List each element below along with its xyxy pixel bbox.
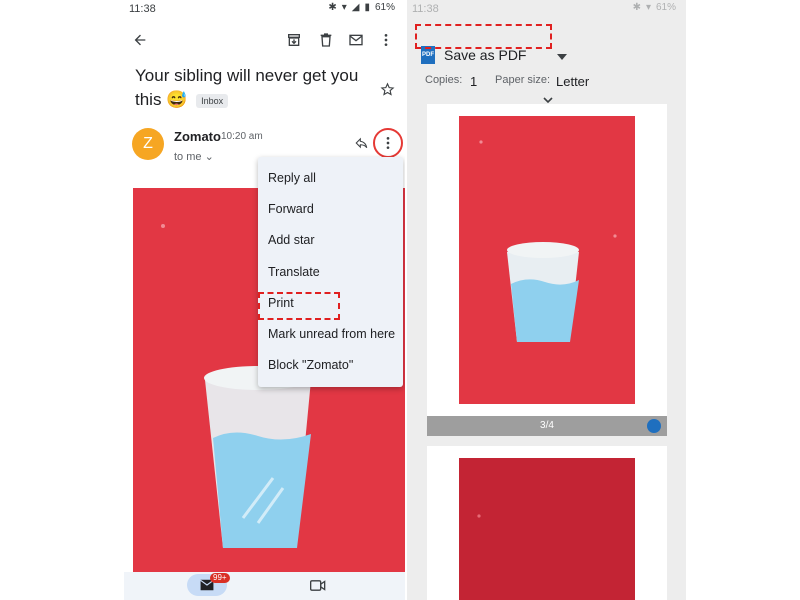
wifi-icon: ▾: [645, 2, 651, 13]
gmail-screen: 11:38 ✱ ▾ ◢ ▮ 61% Your sibling will neve…: [124, 0, 405, 600]
status-bar: 11:38 ✱ ▾ 61%: [407, 0, 686, 18]
dropdown-arrow-icon[interactable]: [557, 54, 567, 60]
preview-page-4[interactable]: [427, 446, 667, 600]
system-icons: ✱ ▾ ◢ ▮ 61%: [328, 2, 395, 13]
mail-icon[interactable]: [348, 32, 364, 48]
save-as-pdf-highlight: [415, 24, 552, 49]
copies-label: Copies:: [425, 74, 463, 86]
recipient-text: to me: [174, 151, 202, 163]
avatar[interactable]: Z: [132, 128, 164, 160]
print-screen: 11:38 ✱ ▾ 61% PDF Save as PDF Copies: 1 …: [407, 0, 686, 600]
star-icon[interactable]: [380, 82, 395, 97]
inbox-label[interactable]: Inbox: [196, 93, 229, 108]
printer-select[interactable]: Save as PDF: [444, 47, 526, 63]
recipient-toggle[interactable]: to me ⌄: [174, 150, 214, 163]
menu-forward[interactable]: Forward: [258, 194, 403, 225]
back-arrow-icon[interactable]: [132, 32, 148, 48]
battery-percent: 61%: [374, 2, 395, 13]
battery-percent: 61%: [655, 2, 676, 13]
reply-icon[interactable]: [354, 136, 369, 150]
preview-page-3[interactable]: [427, 104, 667, 416]
unread-badge: 99+: [210, 573, 230, 583]
page-thumbnail: [459, 458, 635, 600]
menu-reply-all[interactable]: Reply all: [258, 163, 403, 194]
signal-icon: ◢: [351, 2, 360, 13]
overflow-menu: Reply all Forward Add star Translate Pri…: [258, 157, 403, 388]
print-highlight: [258, 292, 340, 320]
paper-size-label: Paper size:: [495, 74, 551, 86]
sender-name: Zomato: [174, 129, 221, 144]
battery-icon: ▮: [364, 2, 370, 13]
delete-icon[interactable]: [318, 32, 334, 48]
menu-mark-unread[interactable]: Mark unread from here: [258, 319, 403, 350]
status-time: 11:38: [412, 3, 439, 15]
video-icon[interactable]: [310, 579, 326, 592]
menu-block-sender[interactable]: Block "Zomato": [258, 350, 403, 381]
archive-icon[interactable]: [286, 32, 302, 48]
sent-time: 10:20 am: [221, 131, 263, 142]
bottom-nav: 99+: [124, 572, 405, 600]
page-indicator: 3/4: [540, 420, 554, 431]
paper-size-value[interactable]: Letter: [556, 74, 589, 89]
more-options-highlight[interactable]: [373, 128, 403, 158]
more-vert-icon[interactable]: [380, 32, 392, 48]
system-icons: ✱ ▾ 61%: [633, 2, 676, 13]
subject-text: Your sibling will never get you this 😅: [135, 66, 359, 109]
page-thumbnail: [459, 116, 635, 404]
email-subject: Your sibling will never get you this 😅 I…: [135, 64, 365, 112]
bluetooth-icon: ✱: [328, 2, 337, 13]
menu-add-star[interactable]: Add star: [258, 225, 403, 256]
menu-translate[interactable]: Translate: [258, 257, 403, 288]
check-circle-icon[interactable]: [647, 419, 661, 433]
wifi-icon: ▾: [341, 2, 347, 13]
more-vert-icon[interactable]: [384, 135, 392, 151]
copies-value[interactable]: 1: [470, 74, 477, 89]
status-bar: 11:38 ✱ ▾ ◢ ▮ 61%: [124, 0, 405, 18]
chevron-down-icon: ⌄: [204, 151, 214, 163]
bluetooth-icon: ✱: [632, 2, 641, 13]
chevron-down-icon[interactable]: [543, 97, 553, 103]
page-indicator-bar: 3/4: [427, 416, 667, 436]
status-time: 11:38: [129, 3, 156, 15]
